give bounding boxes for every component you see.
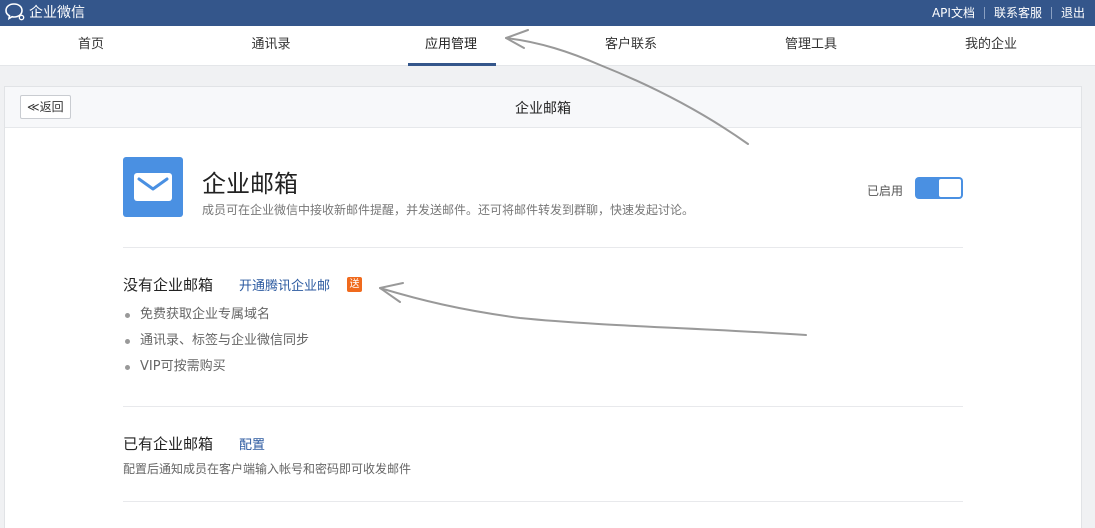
page-title: 企业邮箱 (515, 101, 571, 117)
app-description: 成员可在企业微信中接收新邮件提醒，并发送邮件。还可将邮件转发到群聊，快速发起讨论… (202, 203, 695, 217)
contact-support-link[interactable]: 联系客服 (994, 4, 1042, 21)
open-tencent-mail-link[interactable]: 开通腾讯企业邮 (239, 275, 330, 294)
status-label: 已启用 (867, 184, 904, 198)
tab-my-enterprise[interactable]: 我的企业 (901, 26, 1081, 66)
brand[interactable]: 企业微信 (4, 2, 85, 22)
top-links: API文档 联系客服 退出 (932, 4, 1085, 21)
enable-toggle[interactable] (915, 177, 963, 199)
divider (123, 247, 963, 248)
card-header: ≪返回 企业邮箱 (5, 87, 1081, 128)
has-mailbox-title: 已有企业邮箱 (123, 435, 214, 453)
app-name: 企业邮箱 (202, 170, 298, 198)
feature-list: 免费获取企业专属域名 通讯录、标签与企业微信同步 VIP可按需购买 (123, 303, 309, 381)
no-mailbox-title: 没有企业邮箱 (123, 276, 214, 294)
app-icon (123, 157, 183, 217)
tab-app-management[interactable]: 应用管理 (361, 26, 541, 66)
main-nav: 首页 通讯录 应用管理 客户联系 管理工具 我的企业 (0, 26, 1095, 66)
api-docs-link[interactable]: API文档 (932, 4, 975, 21)
toggle-knob (939, 179, 961, 197)
brand-name: 企业微信 (29, 5, 85, 21)
has-mailbox-description: 配置后通知成员在客户端输入帐号和密码即可收发邮件 (123, 462, 412, 476)
mail-icon (134, 173, 172, 201)
list-item: 免费获取企业专属域名 (123, 303, 309, 329)
list-item: VIP可按需购买 (123, 355, 309, 381)
top-bar: 企业微信 API文档 联系客服 退出 (0, 0, 1095, 26)
tab-home[interactable]: 首页 (1, 26, 181, 66)
tab-management-tools[interactable]: 管理工具 (721, 26, 901, 66)
tab-contacts[interactable]: 通讯录 (181, 26, 361, 66)
tab-customer-contact[interactable]: 客户联系 (541, 26, 721, 66)
logout-link[interactable]: 退出 (1061, 4, 1085, 21)
divider (123, 406, 963, 407)
divider (1050, 6, 1052, 19)
divider (983, 6, 985, 19)
divider (123, 501, 963, 502)
list-item: 通讯录、标签与企业微信同步 (123, 329, 309, 355)
configure-link[interactable]: 配置 (239, 434, 265, 453)
gift-badge: 送 (347, 277, 362, 292)
wecom-logo-icon (5, 3, 25, 21)
app-detail-card: ≪返回 企业邮箱 企业邮箱 成员可在企业微信中接收新邮件提醒，并发送邮件。还可将… (4, 86, 1082, 528)
